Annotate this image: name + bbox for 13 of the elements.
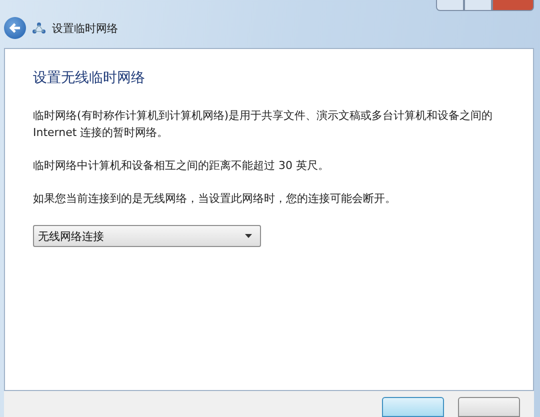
maximize-button[interactable] — [464, 0, 492, 11]
page-heading: 设置无线临时网络 — [33, 69, 146, 87]
connection-dropdown[interactable]: 无线网络连接 — [33, 225, 261, 247]
minimize-button[interactable] — [436, 0, 464, 11]
back-button[interactable] — [4, 17, 26, 39]
description-text: 如果您当前连接到的是无线网络，当设置此网络时，您的连接可能会断开。 — [33, 191, 397, 207]
caret-icon — [245, 234, 252, 238]
secondary-button[interactable] — [458, 397, 520, 417]
network-icon — [32, 22, 46, 34]
description-text: 临时网络中计算机和设备相互之间的距离不能超过 30 英尺。 — [33, 158, 330, 174]
description-text: 临时网络(有时称作计算机到计算机网络)是用于共享文件、演示文稿或多台计算机和设备之间的 Internet 连接的暂时网络。 — [33, 108, 494, 141]
window-title: 设置临时网络 — [52, 20, 118, 36]
primary-button[interactable] — [382, 397, 444, 417]
